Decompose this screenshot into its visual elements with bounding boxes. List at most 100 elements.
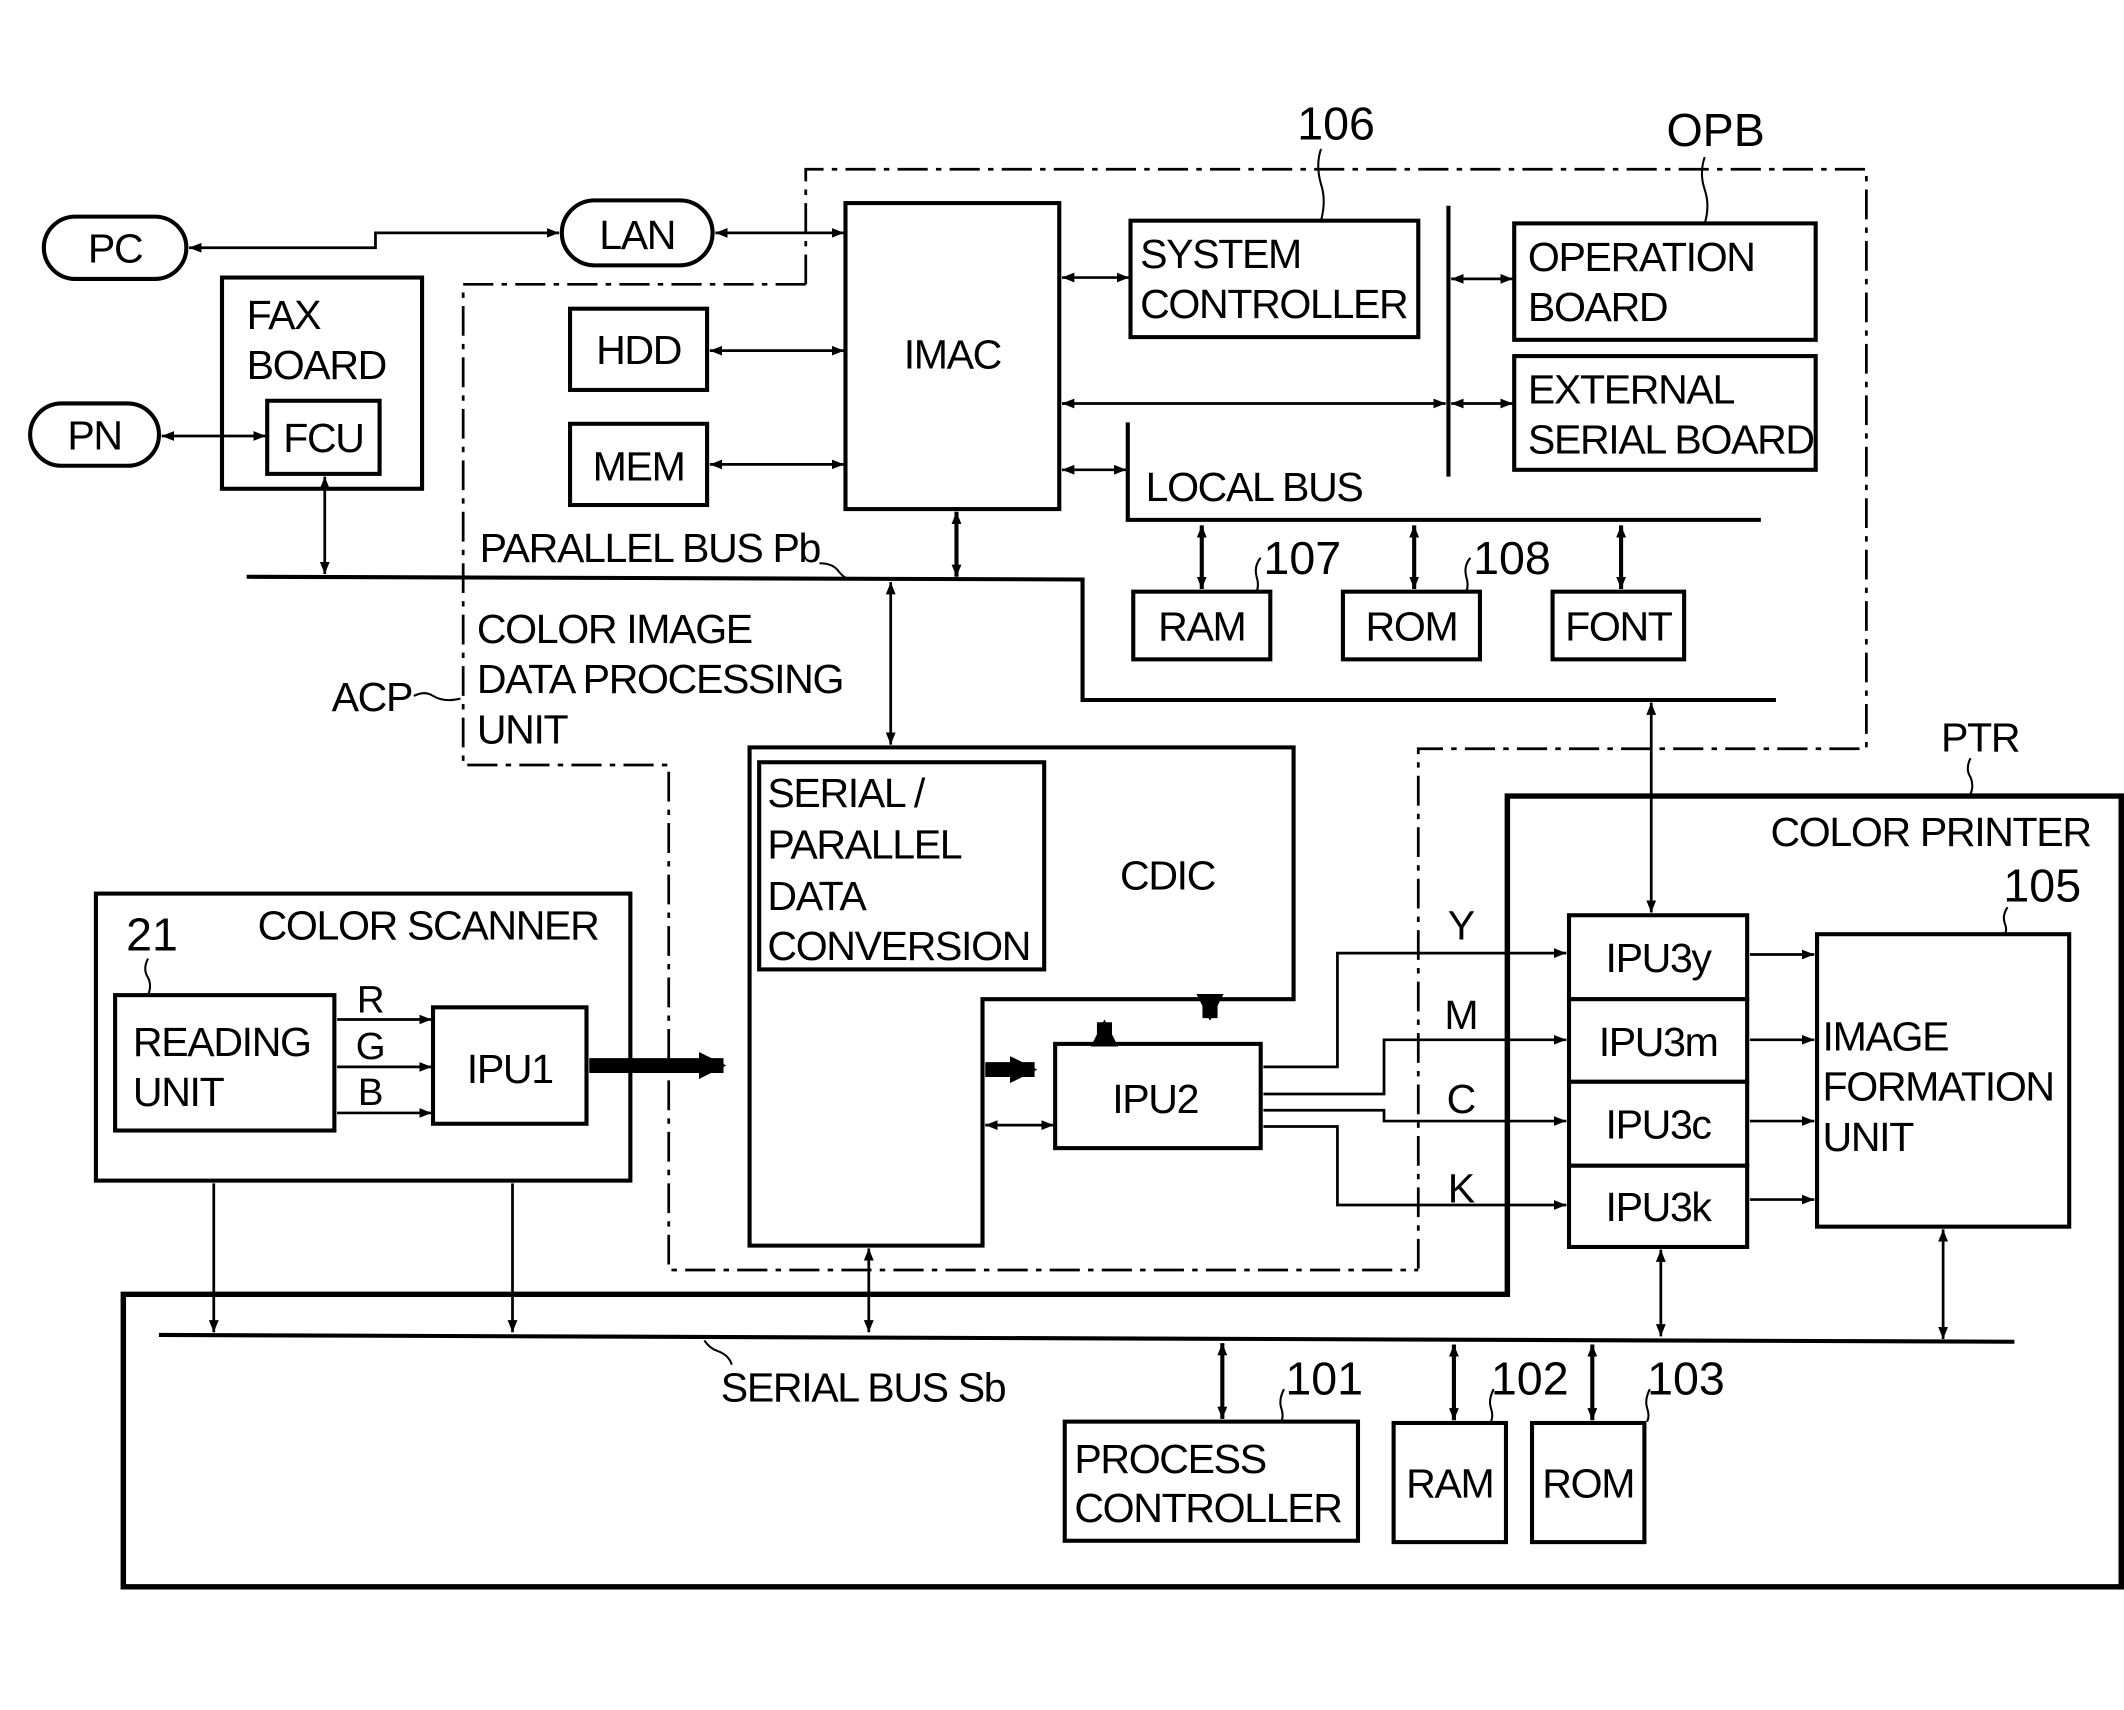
- parallel-bus-label: PARALLEL BUS Pb: [480, 525, 821, 571]
- fax-board-label-line1: FAX: [247, 292, 322, 338]
- external-serial-board-box[interactable]: EXTERNAL SERIAL BOARD: [1512, 354, 1818, 472]
- y-channel-label: Y: [1448, 903, 1475, 949]
- system-controller-label-line2: CONTROLLER: [1140, 281, 1407, 327]
- imac-label: IMAC: [904, 331, 1001, 377]
- image-formation-unit-box[interactable]: IMAGE FORMATION UNIT: [1814, 932, 2072, 1229]
- serial-parallel-conversion-box[interactable]: SERIAL / PARALLEL DATA CONVERSION: [757, 760, 1047, 972]
- ref-21: 21: [126, 909, 178, 961]
- operation-board-box[interactable]: OPERATION BOARD: [1512, 221, 1818, 342]
- font-box[interactable]: FONT: [1550, 589, 1687, 662]
- ref-ptr-leader: [1966, 757, 1974, 797]
- ref-107-leader: [1254, 557, 1262, 593]
- fax-board[interactable]: FAX BOARD FCU: [219, 275, 425, 491]
- fax-board-label-line2: BOARD: [247, 342, 386, 388]
- opb-ram-label: RAM: [1158, 604, 1245, 650]
- ref-102: 102: [1491, 1353, 1569, 1405]
- opb-ram-box[interactable]: RAM: [1131, 589, 1273, 662]
- hdd-box[interactable]: HDD: [567, 306, 710, 392]
- c-channel-label: C: [1447, 1076, 1475, 1122]
- ipu3k-box[interactable]: IPU3k: [1566, 1163, 1750, 1249]
- serial-bus-leader: [703, 1339, 733, 1366]
- k-channel-link: [1263, 1125, 1567, 1210]
- acp-label-line1: COLOR IMAGE: [477, 606, 752, 652]
- ref-opb: OPB: [1666, 104, 1764, 156]
- opb-rom-box[interactable]: ROM: [1340, 589, 1483, 662]
- ref-acp: ACP: [332, 674, 413, 720]
- ipu2-box[interactable]: IPU2: [1053, 1041, 1263, 1151]
- sp-label-line2: PARALLEL: [767, 822, 962, 868]
- hdd-label: HDD: [596, 327, 681, 373]
- ref-101-leader: [1279, 1388, 1285, 1423]
- system-controller-box[interactable]: SYSTEM CONTROLLER: [1128, 218, 1421, 340]
- ref-106: 106: [1297, 98, 1375, 150]
- process-controller-label-line2: CONTROLLER: [1074, 1485, 1341, 1531]
- ipu3y-box[interactable]: IPU3y: [1566, 913, 1750, 1002]
- imac-box[interactable]: IMAC: [843, 201, 1062, 512]
- process-controller-box[interactable]: PROCESS CONTROLLER: [1062, 1419, 1361, 1543]
- printer-ram-label: RAM: [1406, 1461, 1493, 1507]
- sp-label-line4: CONVERSION: [767, 923, 1030, 969]
- sp-label-line3: DATA: [767, 873, 867, 919]
- reading-unit-box[interactable]: READING UNIT: [113, 993, 337, 1133]
- external-serial-board-label-line2: SERIAL BOARD: [1528, 417, 1814, 463]
- ipu1-box[interactable]: IPU1: [430, 1005, 589, 1126]
- pc-lan-link: [189, 228, 560, 253]
- ipu3m-label: IPU3m: [1599, 1019, 1718, 1065]
- color-scanner-label: COLOR SCANNER: [258, 903, 599, 949]
- channel-b-label: B: [358, 1071, 382, 1114]
- printer-ram-box[interactable]: RAM: [1391, 1420, 1509, 1545]
- lan-label: LAN: [599, 212, 675, 258]
- cdic-label: CDIC: [1120, 853, 1215, 899]
- image-formation-label-line1: IMAGE: [1823, 1014, 1949, 1060]
- ipu3y-label: IPU3y: [1606, 935, 1713, 981]
- pc-label: PC: [88, 226, 142, 272]
- ipu3k-label: IPU3k: [1606, 1184, 1713, 1230]
- printer-rom-label: ROM: [1542, 1461, 1634, 1507]
- m-channel-label: M: [1444, 992, 1477, 1038]
- system-controller-label-line1: SYSTEM: [1140, 231, 1301, 277]
- sp-label-line1: SERIAL /: [767, 770, 926, 816]
- ref-108: 108: [1473, 532, 1551, 584]
- lan-node[interactable]: LAN: [559, 198, 715, 268]
- printer-rom-box[interactable]: ROM: [1529, 1420, 1647, 1545]
- fcu-label: FCU: [283, 415, 363, 461]
- ipu3c-box[interactable]: IPU3c: [1566, 1079, 1750, 1168]
- mem-box[interactable]: MEM: [567, 421, 710, 508]
- color-printer-label: COLOR PRINTER: [1770, 809, 2090, 855]
- operation-board-label-line1: OPERATION: [1528, 234, 1755, 280]
- ref-106-leader: [1317, 148, 1325, 221]
- opb-rom-label: ROM: [1366, 604, 1458, 650]
- ref-103: 103: [1647, 1353, 1725, 1405]
- y-channel-link: [1263, 948, 1567, 1069]
- reading-unit-label-line1: READING: [133, 1019, 311, 1065]
- process-controller-label-line1: PROCESS: [1074, 1436, 1266, 1482]
- image-formation-label-line3: UNIT: [1823, 1114, 1915, 1160]
- ref-107: 107: [1263, 532, 1341, 584]
- ref-101: 101: [1285, 1353, 1363, 1405]
- reading-unit-label-line2: UNIT: [133, 1069, 225, 1115]
- k-channel-label: K: [1448, 1166, 1475, 1212]
- serial-bus-line: [158, 1332, 2015, 1344]
- image-formation-label-line2: FORMATION: [1823, 1064, 2054, 1110]
- acp-label-line2: DATA PROCESSING: [477, 656, 843, 702]
- block-diagram: PC LAN PN FAX BOARD FCU HDD MEM IMAC SYS…: [28, 98, 2124, 1590]
- ipu3m-box[interactable]: IPU3m: [1566, 997, 1750, 1084]
- channel-r-label: R: [357, 979, 383, 1022]
- serial-bus-label: SERIAL BUS Sb: [721, 1365, 1006, 1411]
- local-bus-label: LOCAL BUS: [1146, 464, 1363, 510]
- external-serial-board-label-line1: EXTERNAL: [1528, 367, 1735, 413]
- pn-node[interactable]: PN: [28, 401, 162, 468]
- pc-node[interactable]: PC: [41, 214, 189, 281]
- ref-105: 105: [2003, 860, 2081, 912]
- ref-ptr: PTR: [1941, 715, 2019, 761]
- channel-g-label: G: [356, 1025, 384, 1068]
- mem-label: MEM: [593, 444, 685, 490]
- ref-acp-leader: [413, 692, 461, 702]
- operation-board-label-line2: BOARD: [1528, 284, 1667, 330]
- acp-label-line3: UNIT: [477, 707, 569, 753]
- ipu3c-label: IPU3c: [1606, 1102, 1712, 1148]
- ipu2-label: IPU2: [1112, 1076, 1198, 1122]
- font-label: FONT: [1565, 604, 1673, 650]
- pn-label: PN: [67, 413, 121, 459]
- c-channel-link: [1263, 1108, 1567, 1126]
